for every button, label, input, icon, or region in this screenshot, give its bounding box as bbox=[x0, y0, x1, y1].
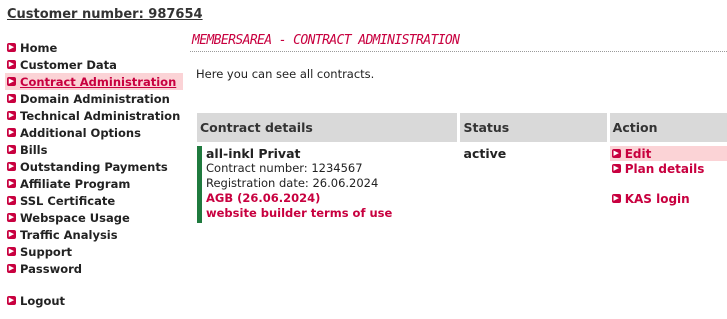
sidebar-item-label: Password bbox=[20, 261, 82, 276]
sidebar-item-additional-options[interactable]: ▶ Additional Options bbox=[5, 124, 183, 141]
sidebar-item-technical-administration[interactable]: ▶ Technical Administration bbox=[5, 107, 183, 124]
contracts-table: Contract details Status Action all-inkl … bbox=[197, 113, 727, 223]
arrow-bullet-icon: ▶ bbox=[7, 60, 16, 69]
arrow-bullet-icon: ▶ bbox=[7, 43, 16, 52]
arrow-bullet-icon: ▶ bbox=[7, 94, 16, 103]
customer-number: Customer number: 987654 bbox=[7, 7, 203, 22]
arrow-bullet-icon: ▶ bbox=[7, 77, 16, 86]
column-header-status: Status bbox=[460, 113, 607, 142]
sidebar-item-support[interactable]: ▶ Support bbox=[5, 243, 183, 260]
sidebar-item-label: Bills bbox=[20, 142, 48, 157]
actions-cell: ▶ Edit ▶ Plan details ▶ KAS login bbox=[609, 146, 727, 223]
arrow-bullet-icon: ▶ bbox=[7, 230, 16, 239]
sidebar-item-label: Support bbox=[20, 244, 73, 259]
arrow-bullet-icon: ▶ bbox=[7, 247, 16, 256]
arrow-bullet-icon: ▶ bbox=[7, 145, 16, 154]
sidebar-item-label: Webspace Usage bbox=[20, 210, 130, 225]
table-row: all-inkl Privat Contract number: 1234567… bbox=[197, 146, 727, 223]
sidebar-item-label: Contract Administration bbox=[20, 74, 177, 89]
sidebar-item-label: Outstanding Payments bbox=[20, 159, 168, 174]
sidebar-item-outstanding-payments[interactable]: ▶ Outstanding Payments bbox=[5, 158, 183, 175]
sidebar-item-label: SSL Certificate bbox=[20, 193, 116, 208]
sidebar-item-label: Customer Data bbox=[20, 57, 117, 72]
sidebar-item-traffic-analysis[interactable]: ▶ Traffic Analysis bbox=[5, 226, 183, 243]
arrow-bullet-icon: ▶ bbox=[7, 196, 16, 205]
sidebar-item-ssl-certificate[interactable]: ▶ SSL Certificate bbox=[5, 192, 183, 209]
arrow-bullet-icon: ▶ bbox=[7, 296, 16, 305]
sidebar-item-affiliate-program[interactable]: ▶ Affiliate Program bbox=[5, 175, 183, 192]
sidebar-item-label: Traffic Analysis bbox=[20, 227, 118, 242]
arrow-bullet-icon: ▶ bbox=[611, 164, 621, 173]
sidebar-item-label: Home bbox=[20, 40, 58, 55]
sidebar-item-customer-data[interactable]: ▶ Customer Data bbox=[5, 56, 183, 73]
column-header-contract-details: Contract details bbox=[197, 113, 458, 142]
contract-name: all-inkl Privat bbox=[206, 146, 301, 161]
column-header-action: Action bbox=[609, 113, 727, 142]
sidebar-item-webspace-usage[interactable]: ▶ Webspace Usage bbox=[5, 209, 183, 226]
sidebar-item-logout[interactable]: ▶ Logout bbox=[5, 292, 183, 309]
sidebar-item-label: Logout bbox=[20, 293, 66, 308]
edit-button[interactable]: ▶ Edit bbox=[609, 146, 727, 161]
edit-label: Edit bbox=[624, 146, 652, 161]
arrow-bullet-icon: ▶ bbox=[7, 162, 16, 171]
arrow-bullet-icon: ▶ bbox=[7, 128, 16, 137]
contract-number: Contract number: 1234567 bbox=[206, 161, 363, 175]
intro-text: Here you can see all contracts. bbox=[196, 67, 375, 81]
contract-details-cell: all-inkl Privat Contract number: 1234567… bbox=[197, 146, 458, 223]
sidebar-item-bills[interactable]: ▶ Bills bbox=[5, 141, 183, 158]
sidebar-item-label: Domain Administration bbox=[20, 91, 170, 106]
kas-login-label: KAS login bbox=[624, 191, 690, 206]
status-cell: active bbox=[463, 146, 507, 161]
arrow-bullet-icon: ▶ bbox=[7, 111, 16, 120]
plan-details-label: Plan details bbox=[624, 161, 705, 176]
kas-login-button[interactable]: ▶ KAS login bbox=[610, 191, 727, 206]
sidebar-item-password[interactable]: ▶ Password bbox=[5, 260, 183, 277]
arrow-bullet-icon: ▶ bbox=[611, 149, 621, 158]
arrow-bullet-icon: ▶ bbox=[7, 179, 16, 188]
arrow-bullet-icon: ▶ bbox=[611, 194, 621, 203]
table-header: Contract details Status Action bbox=[197, 113, 727, 142]
registration-date: Registration date: 26.06.2024 bbox=[206, 176, 379, 190]
arrow-bullet-icon: ▶ bbox=[7, 213, 16, 222]
agb-link[interactable]: AGB (26.06.2024) bbox=[206, 191, 458, 206]
sidebar-nav: ▶ Home ▶ Customer Data ▶ Contract Administr… bbox=[5, 39, 183, 309]
arrow-bullet-icon: ▶ bbox=[7, 264, 16, 273]
website-builder-terms-link[interactable]: website builder terms of use bbox=[206, 206, 458, 221]
sidebar-item-home[interactable]: ▶ Home bbox=[5, 39, 183, 56]
sidebar-item-label: Technical Administration bbox=[20, 108, 181, 123]
page-title: MEMBERSAREA - CONTRACT ADMINISTRATION bbox=[192, 33, 460, 48]
sidebar-item-label: Additional Options bbox=[20, 125, 141, 140]
plan-details-button[interactable]: ▶ Plan details bbox=[610, 161, 727, 176]
sidebar-item-domain-administration[interactable]: ▶ Domain Administration bbox=[5, 90, 183, 107]
sidebar-item-label: Affiliate Program bbox=[20, 176, 131, 191]
sidebar-item-contract-administration[interactable]: ▶ Contract Administration bbox=[5, 73, 183, 90]
title-divider bbox=[190, 51, 727, 52]
